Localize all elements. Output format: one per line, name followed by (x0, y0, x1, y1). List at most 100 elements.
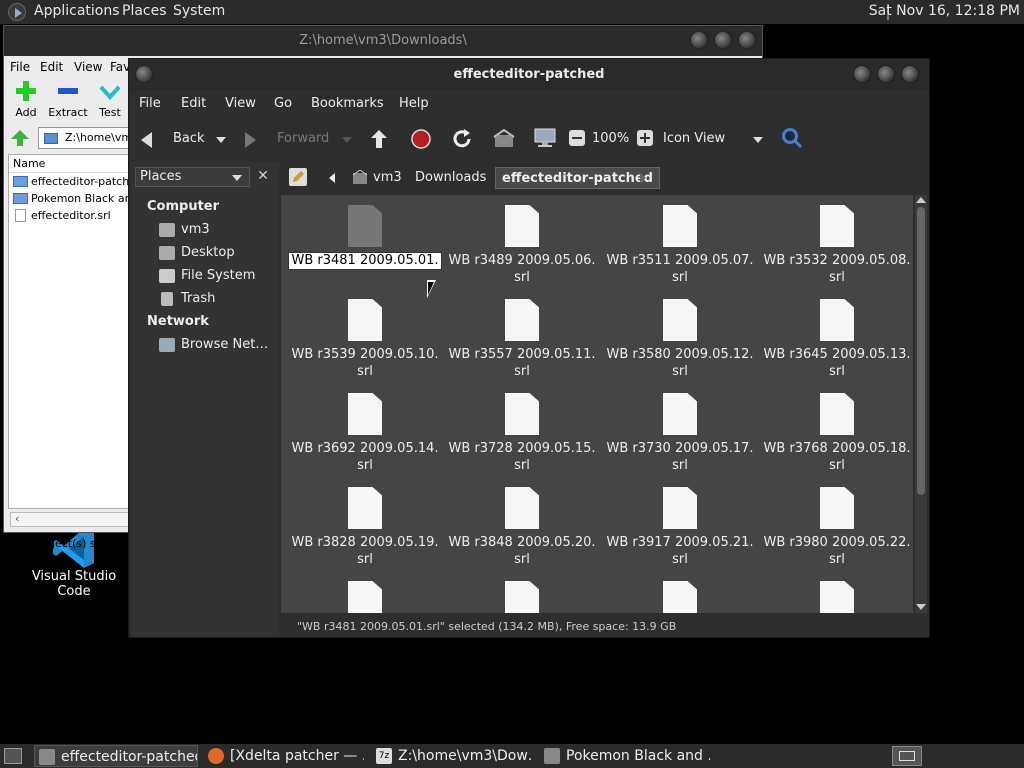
archive-window-title[interactable]: Z:\home\vm3\Downloads\ (4, 26, 762, 56)
scrollbar-thumb[interactable] (917, 207, 925, 495)
forward-history-dropdown[interactable] (342, 137, 352, 143)
up-arrow-icon[interactable] (369, 128, 389, 150)
menu-file[interactable]: File (10, 60, 30, 74)
file-item[interactable]: WB r3489 2009.05.06. srl (443, 205, 601, 286)
list-item[interactable]: effecteditor-patched (9, 173, 133, 190)
maximize-button[interactable] (714, 31, 732, 49)
menu-bookmarks[interactable]: Bookmarks (311, 96, 384, 111)
home-icon[interactable] (493, 129, 515, 149)
search-icon[interactable] (781, 127, 803, 149)
close-button[interactable] (738, 31, 756, 49)
minimize-button[interactable] (853, 65, 871, 83)
archive-file-list: Name effecteditor-patched Pokemon Black … (8, 154, 134, 509)
archive-address-input[interactable]: Z:\home\vm3 (38, 127, 138, 149)
taskbar-item[interactable]: Pokemon Black and … (540, 745, 710, 767)
path-scroll-right-button[interactable] (633, 167, 653, 189)
file-item[interactable]: WB r3511 2009.05.07. srl (601, 205, 759, 286)
places-menu[interactable]: Places (122, 3, 167, 19)
add-button[interactable]: Add (6, 78, 46, 119)
path-segment-downloads[interactable]: Downloads (409, 167, 492, 189)
maximize-button[interactable] (877, 65, 895, 83)
file-item[interactable]: WB r3645 2009.05.13. srl (758, 299, 913, 380)
file-item[interactable]: WB r3980 2009.05.22. srl (758, 487, 913, 568)
extract-button[interactable]: Extract (48, 78, 88, 119)
test-button[interactable]: Test (90, 78, 130, 119)
top-panel: Applications Places System Sat Nov 16, 1… (0, 0, 1024, 24)
file-item[interactable]: WB r3557 2009.05.11. srl (443, 299, 601, 380)
file-icon (348, 205, 382, 247)
computer-icon[interactable] (533, 127, 557, 149)
file-item[interactable]: WB r3481 2009.05.01. (286, 205, 444, 270)
file-item[interactable]: WB r3848 2009.05.20. srl (443, 487, 601, 568)
applications-menu[interactable]: Applications (34, 3, 120, 19)
file-item[interactable] (286, 581, 444, 613)
file-item[interactable]: WB r3580 2009.05.12. srl (601, 299, 759, 380)
file-item[interactable] (443, 581, 601, 613)
column-header-name[interactable]: Name (9, 155, 133, 173)
list-item[interactable]: Pokemon Black and W (9, 190, 133, 207)
workspace-switcher[interactable] (892, 746, 922, 766)
file-item[interactable]: WB r3532 2009.05.08. srl (758, 205, 913, 286)
file-icon (15, 209, 26, 222)
file-item[interactable]: WB r3917 2009.05.21. srl (601, 487, 759, 568)
menu-view[interactable]: View (74, 60, 102, 74)
chevron-down-icon (753, 137, 763, 143)
menu-go[interactable]: Go (274, 96, 292, 111)
reload-icon[interactable] (451, 128, 473, 150)
file-item[interactable]: WB r3692 2009.05.14. srl (286, 393, 444, 474)
clock[interactable]: Sat Nov 16, 12:18 PM (869, 3, 1020, 19)
horizontal-scrollbar[interactable]: ‹ (10, 512, 134, 527)
file-item[interactable]: WB r3768 2009.05.18. srl (758, 393, 913, 474)
system-menu[interactable]: System (173, 3, 225, 19)
window-title[interactable]: effecteditor-patched (129, 59, 929, 90)
taskbar-item[interactable]: [Xdelta patcher — … (204, 745, 364, 767)
path-segment-vm3[interactable]: vm3 (347, 167, 408, 189)
scroll-down-icon[interactable] (916, 604, 926, 610)
folder-icon (44, 133, 58, 144)
network-icon (159, 338, 175, 352)
vertical-scrollbar[interactable] (915, 195, 927, 613)
forward-button[interactable]: Forward (243, 125, 353, 153)
taskbar-item[interactable]: effecteditor-patched (34, 745, 198, 767)
view-mode-select[interactable]: Icon View (659, 125, 769, 153)
distro-logo-icon[interactable] (8, 3, 26, 21)
file-item[interactable]: WB r3828 2009.05.19. srl (286, 487, 444, 568)
file-icon (663, 299, 697, 341)
window-menu-button[interactable] (135, 65, 153, 83)
path-scroll-left-button[interactable] (323, 167, 343, 189)
sidebar-type-select[interactable]: Places (135, 167, 250, 187)
show-desktop-button[interactable] (4, 748, 22, 764)
menu-view[interactable]: View (225, 96, 256, 111)
list-item[interactable]: effecteditor.srl (9, 207, 133, 224)
check-icon (99, 85, 121, 100)
menu-edit[interactable]: Edit (40, 60, 63, 74)
zoom-out-button[interactable] (569, 130, 585, 146)
file-item[interactable] (601, 581, 759, 613)
back-button[interactable]: Back (139, 125, 219, 153)
menu-edit[interactable]: Edit (181, 96, 206, 111)
menu-help[interactable]: Help (399, 96, 429, 111)
zoom-level[interactable]: 100% (592, 131, 629, 146)
edit-location-button[interactable] (289, 168, 307, 186)
scroll-left-icon[interactable]: ‹ (15, 512, 19, 525)
minimize-button[interactable] (690, 31, 708, 49)
file-icon (663, 393, 697, 435)
file-icon (663, 487, 697, 529)
close-sidebar-button[interactable]: ✕ (253, 167, 273, 187)
close-button[interactable] (901, 65, 919, 83)
taskbar-item[interactable]: 7z Z:\home\vm3\Dow… (372, 745, 534, 767)
file-item[interactable]: WB r3730 2009.05.17. srl (601, 393, 759, 474)
rename-field[interactable]: WB r3481 2009.05.01. (288, 252, 442, 270)
stop-icon[interactable] (411, 129, 431, 149)
vscode-label[interactable]: Visual Studio Code (14, 569, 134, 599)
file-item[interactable] (758, 581, 913, 613)
back-history-dropdown[interactable] (216, 137, 226, 143)
file-item[interactable]: WB r3728 2009.05.15. srl (443, 393, 601, 474)
zoom-in-button[interactable] (637, 130, 653, 146)
file-item[interactable]: WB r3539 2009.05.10. srl (286, 299, 444, 380)
path-bar: vm3 Downloads effecteditor-patched (281, 162, 929, 194)
menu-file[interactable]: File (139, 96, 161, 111)
mouse-pointer-icon (427, 280, 436, 298)
scroll-up-icon[interactable] (916, 197, 926, 203)
up-arrow-icon[interactable] (10, 129, 30, 147)
